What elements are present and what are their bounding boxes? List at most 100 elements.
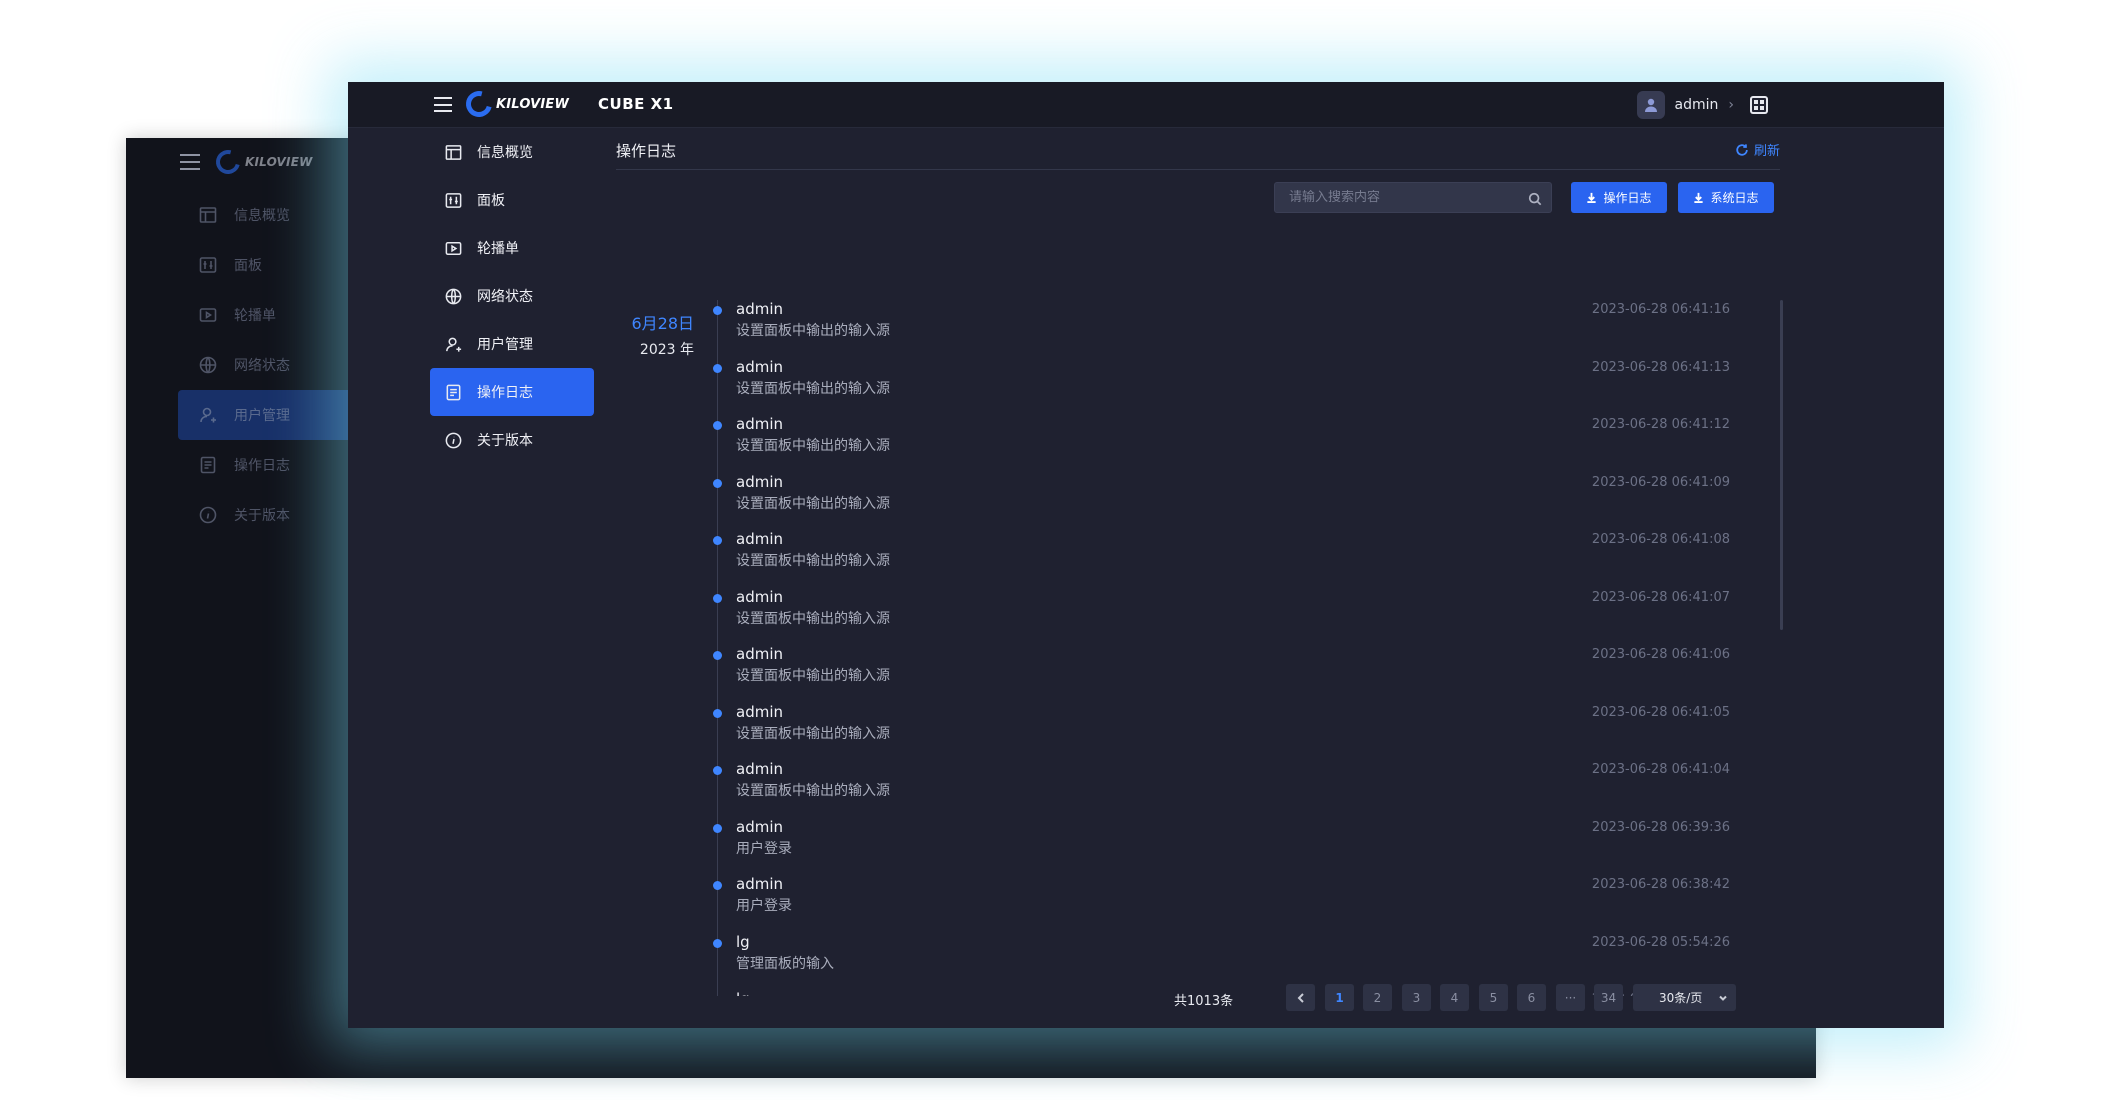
product-name: CUBE X1 bbox=[598, 95, 674, 113]
log-entry: admin 设置面板中输出的输入源 2023-06-28 06:41:12 bbox=[712, 415, 1752, 472]
log-time: 2023-06-28 06:39:36 bbox=[1591, 820, 1730, 835]
search-icon[interactable] bbox=[1528, 191, 1542, 206]
page-number: 3 bbox=[1412, 990, 1421, 1005]
log-user: lg bbox=[736, 933, 750, 951]
log-time: 2023-06-28 06:41:16 bbox=[1591, 302, 1730, 317]
log-action: 管理面板的输入 bbox=[736, 956, 834, 972]
prev-page-button[interactable] bbox=[1286, 984, 1315, 1011]
log-entry: admin 设置面板中输出的输入源 2023-06-28 06:41:09 bbox=[712, 473, 1752, 530]
page-button[interactable]: 34 bbox=[1594, 984, 1623, 1011]
page-number: 34 bbox=[1600, 990, 1617, 1005]
globe-icon bbox=[199, 356, 217, 374]
search-input[interactable] bbox=[1289, 190, 1519, 205]
page-button[interactable]: ··· bbox=[1556, 984, 1585, 1011]
timeline-dot bbox=[713, 306, 722, 315]
page-button[interactable]: 3 bbox=[1402, 984, 1431, 1011]
log-user: admin bbox=[736, 530, 783, 548]
sidebar-item-0[interactable]: 信息概览 bbox=[430, 128, 594, 176]
log-time: 2023-06-28 06:41:13 bbox=[1591, 360, 1730, 375]
back-logo: KILOVIEW bbox=[211, 145, 313, 179]
page-button[interactable]: 5 bbox=[1479, 984, 1508, 1011]
main-window: KILOVIEW CUBE X1 admin › 信息概览 面板 轮播单 网络状态 用户… bbox=[348, 82, 1944, 1028]
download-icon bbox=[1587, 192, 1597, 203]
sidebar-item-label: 网络状态 bbox=[234, 358, 290, 374]
app-switch-icon[interactable] bbox=[1750, 96, 1768, 114]
log-icon bbox=[200, 456, 216, 474]
overview-icon bbox=[199, 207, 217, 223]
user-menu[interactable]: admin › bbox=[1636, 91, 1734, 119]
log-user: admin bbox=[736, 760, 783, 778]
back-sidebar-item-1[interactable]: 面板 bbox=[178, 240, 348, 290]
top-bar: KILOVIEW CUBE X1 admin › bbox=[348, 82, 1944, 128]
back-sidebar-item-2[interactable]: 轮播单 bbox=[178, 290, 348, 340]
log-entry: admin 设置面板中输出的输入源 2023-06-28 06:41:16 bbox=[712, 300, 1752, 357]
log-time: 2023-06-28 06:41:05 bbox=[1591, 705, 1730, 720]
log-action: 设置面板中输出的输入源 bbox=[736, 553, 890, 569]
content-area: 操作日志 刷新 操作日志 bbox=[616, 128, 1783, 1028]
logo-mark-icon bbox=[461, 86, 497, 122]
chevron-down-icon bbox=[1719, 995, 1727, 1001]
download-operation-log-button[interactable]: 操作日志 bbox=[1571, 182, 1667, 213]
page-size-value: 30条/页 bbox=[1659, 991, 1703, 1005]
back-sidebar-item-5[interactable]: 操作日志 bbox=[178, 440, 348, 490]
timeline-dot bbox=[713, 881, 722, 890]
timeline-dot bbox=[713, 594, 722, 603]
sidebar-item-label: 面板 bbox=[234, 258, 262, 274]
menu-toggle-icon[interactable] bbox=[434, 97, 452, 112]
page-button[interactable]: 6 bbox=[1517, 984, 1546, 1011]
user-avatar-icon bbox=[1644, 98, 1657, 112]
timeline-dot bbox=[713, 364, 722, 373]
page-size-select[interactable]: 30条/页 bbox=[1641, 984, 1736, 1011]
log-entry: admin 设置面板中输出的输入源 2023-06-28 06:41:06 bbox=[712, 645, 1752, 702]
logo-text: KILOVIEW bbox=[496, 96, 570, 112]
chevron-left-icon bbox=[1297, 992, 1304, 1003]
page-number: 4 bbox=[1450, 990, 1459, 1005]
back-sidebar-item-3[interactable]: 网络状态 bbox=[178, 340, 348, 390]
back-hamburger-icon bbox=[180, 154, 200, 170]
back-sidebar-item-4[interactable]: 用户管理 bbox=[178, 390, 348, 440]
date-day: 6月28日 bbox=[631, 314, 694, 333]
sidebar-item-4[interactable]: 用户管理 bbox=[430, 320, 594, 368]
log-user: admin bbox=[736, 645, 783, 663]
back-sidebar-item-0[interactable]: 信息概览 bbox=[178, 190, 348, 240]
log-action: 设置面板中输出的输入源 bbox=[736, 611, 890, 627]
timeline-dot bbox=[713, 939, 722, 948]
page-number: 5 bbox=[1489, 990, 1498, 1005]
log-time: 2023-06-28 06:38:42 bbox=[1591, 877, 1730, 892]
page-button[interactable]: 1 bbox=[1325, 984, 1354, 1011]
page-button[interactable]: 2 bbox=[1363, 984, 1392, 1011]
log-action: 用户登录 bbox=[736, 841, 792, 857]
sidebar-item-3[interactable]: 网络状态 bbox=[430, 272, 594, 320]
scrollbar[interactable] bbox=[1780, 300, 1783, 630]
log-icon bbox=[446, 384, 461, 400]
search-box bbox=[1274, 182, 1552, 213]
user-icon bbox=[446, 337, 462, 352]
overview-icon bbox=[445, 144, 462, 160]
stage: KILOVIEW 信息概览 面板 轮播单 网络状态 用户管理 操作日志 关于版本 KILOV… bbox=[0, 0, 2110, 1100]
refresh-button[interactable]: 刷新 bbox=[1735, 140, 1780, 159]
page-number: 1 bbox=[1335, 990, 1344, 1005]
sidebar-item-1[interactable]: 面板 bbox=[430, 176, 594, 224]
log-entry: admin 用户登录 2023-06-28 06:39:36 bbox=[712, 818, 1752, 875]
sidebar-item-label: 关于版本 bbox=[234, 508, 290, 524]
chevron-right-icon: › bbox=[1728, 97, 1734, 113]
pagination-total: 共1013条 bbox=[1174, 994, 1234, 1009]
back-logo-text: KILOVIEW bbox=[245, 155, 313, 169]
back-sidebar-item-6[interactable]: 关于版本 bbox=[178, 490, 348, 540]
log-user: admin bbox=[736, 358, 783, 376]
page-title: 操作日志 bbox=[616, 142, 677, 160]
timeline-dot bbox=[713, 536, 722, 545]
log-time: 2023-06-28 06:41:12 bbox=[1591, 417, 1730, 432]
sidebar-item-2[interactable]: 轮播单 bbox=[430, 224, 594, 272]
user-name: admin bbox=[1674, 97, 1719, 113]
log-action: 设置面板中输出的输入源 bbox=[736, 323, 890, 339]
page-button[interactable]: 4 bbox=[1440, 984, 1469, 1011]
log-entry: admin 设置面板中输出的输入源 2023-06-28 06:41:08 bbox=[712, 530, 1752, 587]
download-system-log-button[interactable]: 系统日志 bbox=[1678, 182, 1774, 213]
sidebar-item-5[interactable]: 操作日志 bbox=[430, 368, 594, 416]
date-group: 6月28日 2023 年 bbox=[626, 310, 694, 359]
timeline-dot bbox=[713, 421, 722, 430]
log-action: 设置面板中输出的输入源 bbox=[736, 381, 890, 397]
sidebar-item-6[interactable]: 关于版本 bbox=[430, 416, 594, 464]
back-logo-mark-icon bbox=[211, 145, 245, 179]
